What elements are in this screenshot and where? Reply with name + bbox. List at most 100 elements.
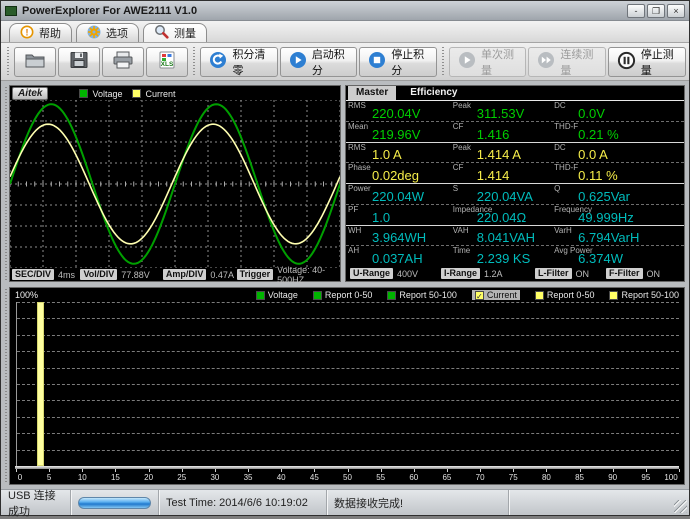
measurement-tab-bar: Master Efficiency [346,86,684,101]
measurement-cell: Avg Power6.374W [552,246,684,266]
axis-tick-label: 55 [376,473,385,482]
waveform-chart [10,100,340,268]
toolbar-drag-handle[interactable] [441,47,445,77]
tab-gear[interactable]: 选项 [76,23,139,42]
axis-tick-label: 0 [18,473,22,482]
scope-plot [10,100,340,268]
range-chip: L-Filter [535,268,572,279]
scope-setting-secdiv: SEC/DIV4ms [12,269,80,280]
export-xls-button[interactable]: XLS [146,47,188,77]
report-legend-item-report-50-100[interactable]: Report 50-100 [609,290,679,300]
folder-icon [24,51,46,72]
setting-value: 77.88V [121,270,150,280]
axis-tick-label: 70 [476,473,485,482]
panel-splitter-handle-bottom[interactable] [4,289,8,483]
measurement-value: 1.0 A [372,147,402,162]
fast-forward-icon [537,51,555,72]
print-button[interactable] [102,47,144,77]
measurement-cell: DC0.0 A [552,143,684,163]
measurement-tab-master[interactable]: Master [348,86,396,100]
axis-tick [580,469,581,472]
measurement-label: VarH [554,226,572,235]
resize-grip[interactable] [674,500,687,513]
axis-tick-label: 45 [310,473,319,482]
measurement-row: Phase0.02degCF1.414THD-F0.11 % [346,162,684,183]
button-停止积分[interactable]: 停止积分 [359,47,436,77]
button-停止测量[interactable]: 停止测量 [608,47,686,77]
axis-tick-label: 20 [144,473,153,482]
usb-status: USB 连接成功 [1,490,71,515]
measurement-cell: Peak1.414 A [451,143,552,163]
button-label: 停止积分 [391,46,427,78]
measurement-cell: Peak311.53V [451,101,552,121]
toolbar-drag-handle[interactable] [6,47,10,77]
legend-swatch [79,89,88,98]
measurement-cell: Time2.239 KS [451,246,552,266]
close-button[interactable]: × [667,4,685,18]
range-i-range: I-Range1.2A [441,268,535,279]
axis-tick-label: 85 [575,473,584,482]
open-button[interactable] [14,47,56,77]
measurement-label: THD-F [554,163,578,172]
measurement-cell: THD-F0.21 % [552,122,684,142]
gridline [17,400,679,401]
report-legend-item-current[interactable]: ✓Current [472,290,520,300]
measurement-cell: PF1.0 [346,205,451,225]
measurement-label: Power [348,184,371,193]
measurement-cell: CF1.414 [451,163,552,183]
measurement-cell: Q0.625Var [552,184,684,204]
report-chart-header: 100% Voltage Report 0-50 Report 50-100 ✓Cur… [10,288,684,302]
measurement-label: CF [453,122,464,131]
restore-button[interactable]: ❐ [647,4,665,18]
measurement-cell: S220.04VA [451,184,552,204]
report-legend-item-report-0-50[interactable]: Report 0-50 [313,290,373,300]
measurement-cell: AH0.037AH [346,246,451,266]
range-chip: I-Range [441,268,480,279]
button-积分清零[interactable]: 积分清零 [200,47,277,77]
legend-label: Current [487,290,517,300]
legend-swatch [256,291,265,300]
tab-warning[interactable]: !帮助 [9,23,72,42]
range-f-filter: F-FilterON [606,268,660,279]
status-filler [509,490,689,515]
save-button[interactable] [58,47,100,77]
axis-tick [348,469,349,472]
gear-icon [87,25,101,42]
report-legend-item-voltage[interactable]: Voltage [256,290,298,300]
scope-setting-voldiv: Vol/DIV77.88V [80,269,162,280]
axis-tick-label: 10 [78,473,87,482]
axis-tick [381,469,382,472]
toolbar-drag-handle[interactable] [192,47,196,77]
panel-splitter-handle[interactable] [4,87,8,280]
measurement-value: 0.21 % [578,127,618,142]
button-单次测量: 单次测量 [449,47,526,77]
checked-swatch: ✓ [475,291,484,300]
report-legend-item-report-0-50[interactable]: Report 0-50 [535,290,595,300]
range-u-range: U-Range400V [350,268,441,279]
measurement-value: 220.04V [372,106,420,121]
minimize-button[interactable]: - [627,4,645,18]
y-axis-max-label: 100% [15,290,38,300]
tab-label: 选项 [106,25,128,41]
report-legend: Voltage Report 0-50 Report 50-100 ✓Current R… [256,290,679,300]
measurement-label: AH [348,246,359,255]
button-启动积分[interactable]: 启动积分 [280,47,357,77]
measurement-label: Time [453,246,470,255]
magnifier-icon [154,24,169,42]
measurement-tab-efficiency[interactable]: Efficiency [402,86,465,100]
axis-tick-label: 65 [442,473,451,482]
status-bar: USB 连接成功 Test Time: 2014/6/6 10:19:02 数据… [1,489,689,515]
axis-tick-label: 5 [47,473,51,482]
button-label: 停止测量 [641,46,677,78]
measurement-cell: CF1.416 [451,122,552,142]
axis-tick-label: 95 [641,473,650,482]
measurement-row: AH0.037AHTime2.239 KSAvg Power6.374W [346,245,684,266]
report-legend-item-report-50-100[interactable]: Report 50-100 [387,290,457,300]
report-x-axis: 0510152025303540455055606570758085909510… [16,466,679,485]
measurement-row: WH3.964WHVAH8.041VAHVarH6.794VarH [346,225,684,246]
tab-magnifier[interactable]: 测量 [143,23,207,42]
measurement-value: 0.11 % [578,168,618,183]
legend-label: Voltage [92,89,122,99]
range-value: ON [647,269,661,279]
measurement-value: 1.414 A [477,147,521,162]
